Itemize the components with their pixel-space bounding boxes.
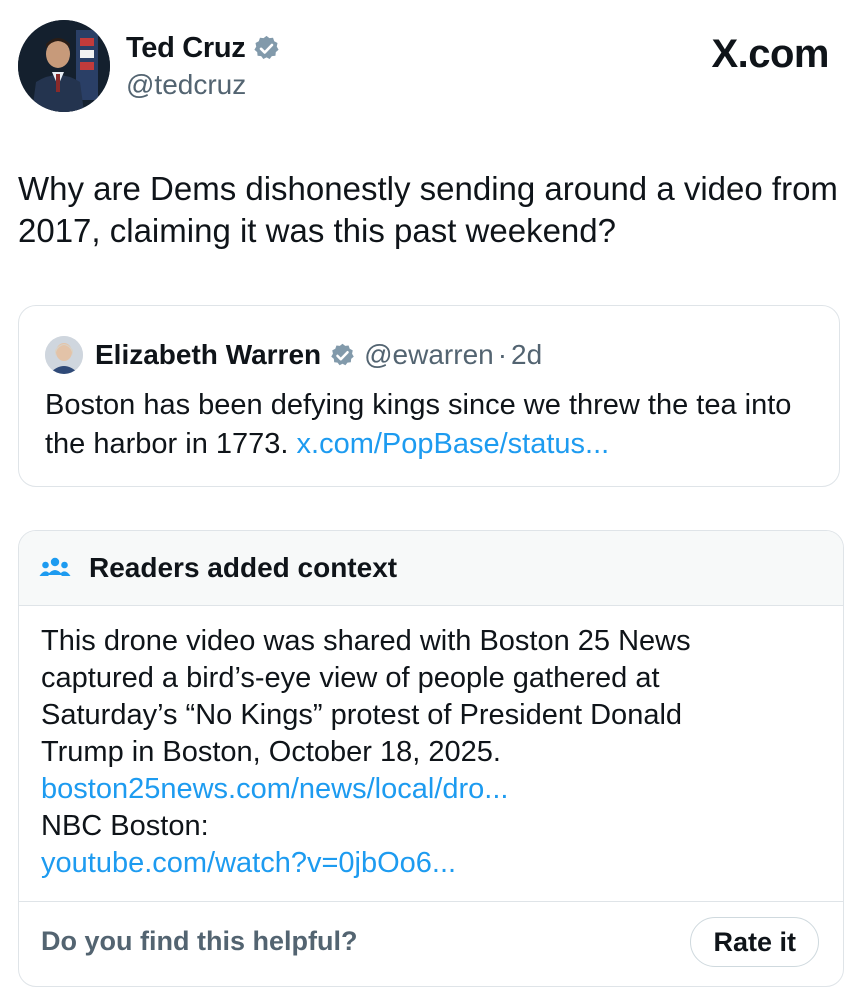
people-group-icon [39,556,71,580]
author-name[interactable]: Ted Cruz [126,32,246,65]
tweet-text: Why are Dems dishonestly sending around … [18,170,838,249]
community-note-footer: Do you find this helpful? Rate it [19,901,843,986]
note-source-label: NBC Boston: [41,810,209,842]
community-note-body: This drone video was shared with Boston … [41,623,821,882]
quoted-link[interactable]: x.com/PopBase/status... [297,428,610,460]
tweet-header: Ted Cruz @tedcruz X.com [18,20,829,116]
note-link-youtube[interactable]: youtube.com/watch?v=0jbOo6... [41,845,821,882]
community-note-title: Readers added context [89,552,398,583]
note-line: captured a bird’s-eye view of people gat… [41,662,660,694]
verified-badge-icon [329,342,356,369]
note-line: Trump in Boston, October 18, 2025. [41,736,501,768]
quoted-tweet[interactable]: Elizabeth Warren @ewarren · 2d Boston has … [18,305,840,487]
quoted-timestamp: 2d [511,339,543,370]
brand-logo-text: X.com [711,32,829,76]
quoted-tweet-text: Boston has been defying kings since we t… [45,386,825,464]
helpful-question: Do you find this helpful? [41,926,358,956]
quoted-author-handle: @ewarren [364,339,494,370]
community-note-header: Readers added context [19,531,843,606]
note-line: Saturday’s “No Kings” protest of Preside… [41,699,683,731]
note-link-boston25[interactable]: boston25news.com/news/local/dro... [41,771,821,808]
quoted-tweet-header: Elizabeth Warren @ewarren · 2d [45,336,542,374]
verified-badge-icon [252,34,281,63]
quoted-author-name: Elizabeth Warren [95,339,322,370]
quoted-author-avatar [45,336,83,374]
author-avatar[interactable] [18,20,110,112]
note-line: This drone video was shared with Boston … [41,625,691,657]
community-note: Readers added context This drone video w… [18,530,844,987]
author-info: Ted Cruz @tedcruz [126,32,281,101]
author-handle[interactable]: @tedcruz [126,69,281,101]
rate-it-button[interactable]: Rate it [690,917,819,967]
author-name-row: Ted Cruz [126,32,281,65]
separator-dot: · [497,339,508,370]
